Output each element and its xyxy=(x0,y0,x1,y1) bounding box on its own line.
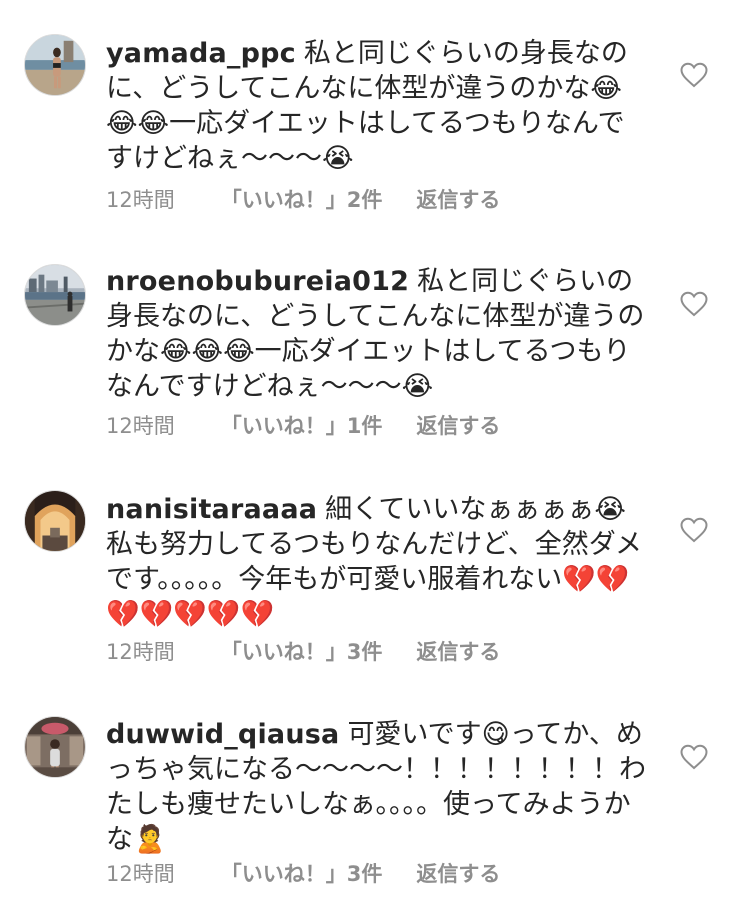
comment-likes-link[interactable]: 「いいね！」3件 xyxy=(221,858,383,888)
avatar-photo-beach xyxy=(25,35,85,95)
comment-meta: 12時間 「いいね！」2件 返信する xyxy=(106,184,500,214)
comment-username[interactable]: nanisitaraaaa xyxy=(106,494,317,525)
avatar[interactable] xyxy=(24,490,86,552)
avatar[interactable] xyxy=(24,264,86,326)
heart-outline-icon xyxy=(680,517,708,543)
comment-username[interactable]: duwwid_qiausa xyxy=(106,719,339,750)
comment-likes-link[interactable]: 「いいね！」2件 xyxy=(221,184,383,214)
comment-likes-link[interactable]: 「いいね！」3件 xyxy=(221,636,383,666)
avatar[interactable] xyxy=(24,716,86,778)
comment-meta: 12時間 「いいね！」3件 返信する xyxy=(106,636,500,666)
reply-button[interactable]: 返信する xyxy=(416,184,500,214)
comment-meta: 12時間 「いいね！」3件 返信する xyxy=(106,858,500,888)
comment-timestamp: 12時間 xyxy=(106,188,175,212)
comment-text: yamada_ppc 私と同じぐらいの身長なのに、どうしてこんなに体型が違うのかな… xyxy=(106,36,646,176)
heart-outline-icon xyxy=(680,62,708,88)
reply-button[interactable]: 返信する xyxy=(416,858,500,888)
comment-timestamp: 12時間 xyxy=(106,414,175,438)
heart-outline-icon xyxy=(680,744,708,770)
like-button[interactable] xyxy=(680,291,708,317)
avatar-photo-archway xyxy=(25,491,85,551)
comment-text: duwwid_qiausa 可愛いです😋ってか、めっちゃ気になる〜〜〜〜！！！！！… xyxy=(106,717,646,857)
comment-text: nanisitaraaaa 細くていいなぁぁぁぁ😭私も努力してるつもりなんだけど、… xyxy=(106,492,646,632)
like-button[interactable] xyxy=(680,517,708,543)
comment-text: nroenobubureia012 私と同じぐらいの身長なのに、どうしてこんなに体… xyxy=(106,264,646,404)
comment-username[interactable]: yamada_ppc xyxy=(106,38,296,69)
avatar[interactable] xyxy=(24,34,86,96)
comment-timestamp: 12時間 xyxy=(106,862,175,886)
comment-likes-link[interactable]: 「いいね！」1件 xyxy=(221,410,383,440)
like-button[interactable] xyxy=(680,744,708,770)
heart-outline-icon xyxy=(680,291,708,317)
avatar-photo-harbor xyxy=(25,265,85,325)
comment-meta: 12時間 「いいね！」1件 返信する xyxy=(106,410,500,440)
comment-timestamp: 12時間 xyxy=(106,640,175,664)
like-button[interactable] xyxy=(680,62,708,88)
avatar-photo-shop xyxy=(25,717,85,777)
comment-username[interactable]: nroenobubureia012 xyxy=(106,266,409,297)
reply-button[interactable]: 返信する xyxy=(416,410,500,440)
reply-button[interactable]: 返信する xyxy=(416,636,500,666)
